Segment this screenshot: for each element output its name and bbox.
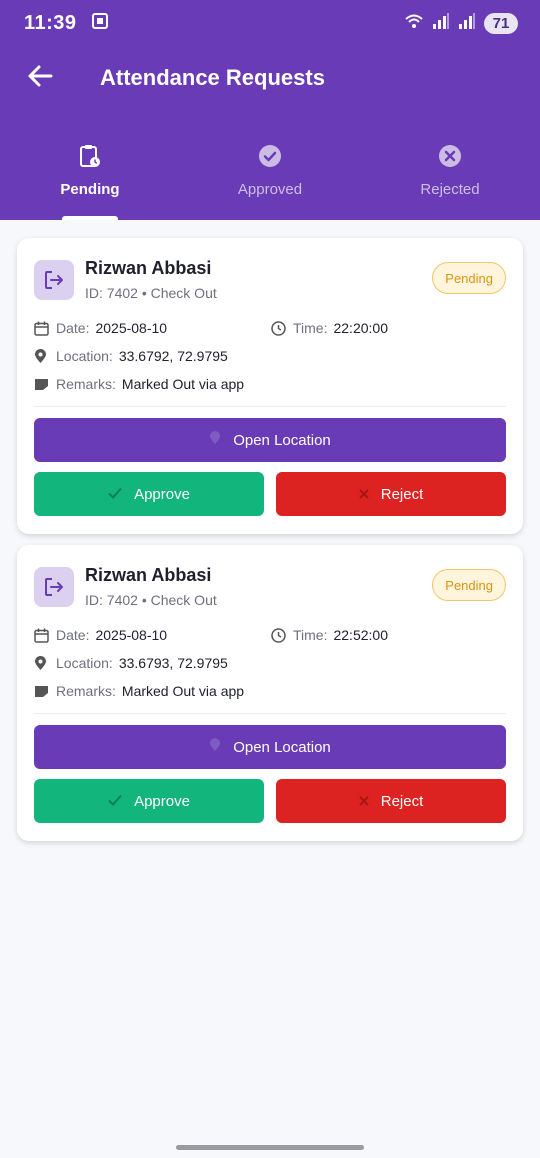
time-label: Time: [293, 320, 328, 336]
card-divider [34, 406, 506, 407]
close-icon [359, 486, 369, 503]
clipboard-clock-icon [79, 144, 101, 173]
employee-name: Rizwan Abbasi [85, 258, 212, 278]
time-value: 22:52:00 [333, 627, 388, 643]
clock-icon [271, 320, 287, 336]
calendar-icon [34, 320, 50, 336]
location-pin-icon [209, 738, 221, 756]
signal-icon-2 [458, 12, 476, 34]
reject-label: Reject [380, 792, 424, 810]
time-value: 22:20:00 [333, 320, 388, 336]
request-card: Rizwan Abbasi ID: 7402 • Check Out Pendi… [17, 238, 523, 534]
remarks-row: Remarks: Marked Out via app [34, 376, 244, 392]
time-label: Time: [293, 627, 328, 643]
note-icon [34, 376, 50, 392]
date-value: 2025-08-10 [95, 320, 168, 336]
status-tabs: Pending Approved Rejected [0, 136, 540, 220]
status-badge: Pending [432, 569, 506, 601]
date-value: 2025-08-10 [95, 627, 168, 643]
date-label: Date: [56, 627, 90, 643]
x-circle-icon [438, 144, 462, 173]
note-icon [34, 683, 50, 699]
time-row: Time: 22:20:00 [271, 320, 388, 336]
location-value: 33.6793, 72.9795 [118, 655, 228, 671]
check-icon [108, 486, 122, 503]
location-row: Location: 33.6793, 72.9795 [34, 655, 228, 671]
check-icon [108, 793, 122, 810]
tab-label: Approved [237, 181, 303, 198]
remarks-value: Marked Out via app [121, 683, 245, 699]
calendar-icon [34, 627, 50, 643]
status-bar: 11:39 71 [0, 0, 540, 46]
reject-button[interactable]: Reject [276, 472, 506, 516]
request-card: Rizwan Abbasi ID: 7402 • Check Out Pendi… [17, 545, 523, 841]
approve-button[interactable]: Approve [34, 472, 264, 516]
remarks-row: Remarks: Marked Out via app [34, 683, 244, 699]
page-title: Attendance Requests [100, 65, 325, 90]
location-pin-icon [209, 431, 221, 449]
approve-label: Approve [134, 792, 190, 810]
back-button[interactable] [0, 50, 80, 106]
checkout-icon [34, 567, 74, 607]
tab-indicator [62, 216, 118, 220]
location-label: Location: [56, 348, 113, 364]
close-icon [359, 793, 369, 810]
tab-label: Rejected [420, 181, 480, 198]
tab-pending[interactable]: Pending [0, 136, 180, 220]
reject-label: Reject [380, 485, 424, 503]
remarks-label: Remarks: [56, 683, 116, 699]
location-pin-icon [34, 348, 50, 364]
location-label: Location: [56, 655, 113, 671]
date-label: Date: [56, 320, 90, 336]
location-value: 33.6792, 72.9795 [118, 348, 228, 364]
open-location-label: Open Location [233, 738, 331, 756]
screen-record-icon [91, 12, 109, 35]
location-pin-icon [34, 655, 50, 671]
approve-button[interactable]: Approve [34, 779, 264, 823]
card-divider [34, 713, 506, 714]
arrow-left-icon [27, 64, 53, 93]
tab-approved[interactable]: Approved [180, 136, 360, 220]
open-location-button[interactable]: Open Location [34, 725, 506, 769]
tab-label: Pending [60, 181, 120, 198]
check-circle-icon [258, 144, 282, 173]
reject-button[interactable]: Reject [276, 779, 506, 823]
employee-name: Rizwan Abbasi [85, 565, 212, 585]
checkout-icon [34, 260, 74, 300]
home-indicator[interactable] [176, 1145, 364, 1150]
tab-rejected[interactable]: Rejected [360, 136, 540, 220]
status-time: 11:39 [24, 11, 77, 34]
remarks-value: Marked Out via app [121, 376, 245, 392]
status-badge: Pending [432, 262, 506, 294]
remarks-label: Remarks: [56, 376, 116, 392]
employee-id-type: ID: 7402 • Check Out [85, 592, 217, 608]
title-bar: Attendance Requests [0, 50, 540, 106]
signal-icon [432, 12, 450, 34]
clock-icon [271, 627, 287, 643]
location-row: Location: 33.6792, 72.9795 [34, 348, 228, 364]
open-location-button[interactable]: Open Location [34, 418, 506, 462]
open-location-label: Open Location [233, 431, 331, 449]
time-row: Time: 22:52:00 [271, 627, 388, 643]
employee-id-type: ID: 7402 • Check Out [85, 285, 217, 301]
date-row: Date: 2025-08-10 [34, 627, 167, 643]
battery-indicator: 71 [484, 12, 518, 34]
app-bar: 11:39 71 Attendance Requests Pending App… [0, 0, 540, 220]
date-row: Date: 2025-08-10 [34, 320, 167, 336]
wifi-icon [404, 13, 424, 34]
approve-label: Approve [134, 485, 190, 503]
